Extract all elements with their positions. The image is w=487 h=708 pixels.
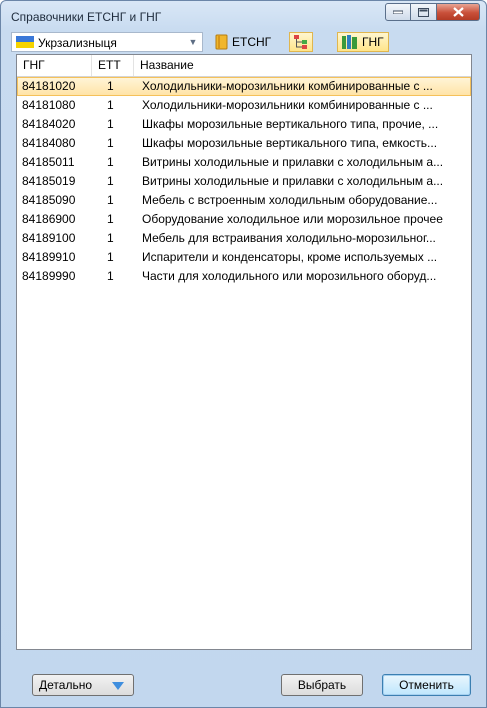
select-button[interactable]: Выбрать (281, 674, 363, 696)
chevron-down-icon (112, 682, 124, 690)
cell-name: Витрины холодильные и прилавки с холодил… (142, 155, 444, 169)
window-controls (385, 3, 480, 21)
cell-ett: 1 (107, 269, 114, 283)
cancel-button[interactable]: Отменить (382, 674, 471, 696)
etsng-button-label: ЕТСНГ (232, 35, 272, 49)
cell-ett: 1 (107, 174, 114, 188)
cell-name: Части для холодильного или морозильного … (142, 269, 437, 283)
cell-gng: 84185019 (22, 174, 76, 188)
title-bar[interactable]: Справочники ЕТСНГ и ГНГ (1, 1, 486, 31)
list-header: ГНГ ЕТТ Название (17, 55, 471, 77)
cell-name: Холодильники-морозильники комбинированны… (142, 98, 433, 112)
cell-gng: 84189910 (22, 250, 76, 264)
cell-ett: 1 (107, 212, 114, 226)
gng-button[interactable]: ГНГ (337, 32, 389, 52)
cell-gng: 84185090 (22, 193, 76, 207)
maximize-icon (418, 7, 429, 17)
goods-list[interactable]: ГНГ ЕТТ Название 84181020 1 Холодильники… (16, 54, 472, 650)
close-icon (452, 7, 464, 17)
cell-name: Оборудование холодильное или морозильное… (142, 212, 443, 226)
cell-name: Шкафы морозильные вертикального типа, пр… (142, 117, 439, 131)
cell-ett: 1 (107, 250, 114, 264)
cell-ett: 1 (107, 98, 114, 112)
minimize-icon (393, 10, 403, 14)
dialog-window: Справочники ЕТСНГ и ГНГ Укрзализныця ▼ Е… (0, 0, 487, 708)
cell-name: Холодильники-морозильники комбинированны… (142, 79, 433, 93)
hierarchy-icon (294, 35, 307, 49)
cell-gng: 84184020 (22, 117, 76, 131)
window-title: Справочники ЕТСНГ и ГНГ (11, 10, 162, 24)
railway-select-value: Укрзализныця (38, 36, 117, 50)
cell-name: Мебель для встраивания холодильно-морози… (142, 231, 436, 245)
table-row[interactable]: 84181080 1 Холодильники-морозильники ком… (17, 96, 471, 115)
close-button[interactable] (437, 3, 480, 21)
table-row[interactable]: 84184020 1 Шкафы морозильные вертикально… (17, 115, 471, 134)
cell-name: Витрины холодильные и прилавки с холодил… (142, 174, 444, 188)
table-row[interactable]: 84185011 1 Витрины холодильные и прилавк… (17, 153, 471, 172)
minimize-button[interactable] (385, 3, 411, 21)
cell-gng: 84189990 (22, 269, 76, 283)
column-header-ett[interactable]: ЕТТ (92, 55, 134, 76)
table-row[interactable]: 84189100 1 Мебель для встраивания холоди… (17, 229, 471, 248)
cell-name: Испарители и конденсаторы, кроме использ… (142, 250, 438, 264)
railway-select[interactable]: Укрзализныця ▼ (11, 32, 203, 52)
cell-ett: 1 (107, 155, 114, 169)
tree-view-button[interactable] (289, 32, 313, 52)
books-icon (342, 35, 357, 49)
cell-ett: 1 (107, 193, 114, 207)
chevron-down-icon[interactable]: ▼ (185, 34, 201, 50)
maximize-button[interactable] (411, 3, 437, 21)
ukraine-flag-icon (16, 36, 34, 48)
details-button[interactable]: Детально (32, 674, 134, 696)
table-row[interactable]: 84189990 1 Части для холодильного или мо… (17, 267, 471, 286)
cell-gng: 84186900 (22, 212, 76, 226)
list-rows: 84181020 1 Холодильники-морозильники ком… (17, 77, 471, 286)
cell-ett: 1 (107, 117, 114, 131)
cell-gng: 84185011 (22, 155, 75, 169)
gng-button-label: ГНГ (362, 35, 384, 49)
table-row[interactable]: 84186900 1 Оборудование холодильное или … (17, 210, 471, 229)
column-header-gng[interactable]: ГНГ (17, 55, 92, 76)
table-row[interactable]: 84184080 1 Шкафы морозильные вертикально… (17, 134, 471, 153)
column-header-name[interactable]: Название (134, 55, 473, 76)
toolbar: Укрзализныця ▼ ЕТСНГ ГНГ (7, 32, 480, 54)
cell-gng: 84189100 (22, 231, 76, 245)
cell-ett: 1 (107, 231, 114, 245)
cell-name: Шкафы морозильные вертикального типа, ем… (142, 136, 438, 150)
table-row[interactable]: 84181020 1 Холодильники-морозильники ком… (17, 77, 471, 96)
cell-gng: 84184080 (22, 136, 76, 150)
etsng-button[interactable]: ЕТСНГ (215, 32, 271, 52)
details-button-label: Детально (39, 678, 92, 692)
cell-gng: 84181020 (22, 79, 76, 93)
cell-gng: 84181080 (22, 98, 76, 112)
cell-ett: 1 (107, 136, 114, 150)
table-row[interactable]: 84189910 1 Испарители и конденсаторы, кр… (17, 248, 471, 267)
book-icon (215, 34, 228, 50)
cell-ett: 1 (107, 79, 114, 93)
table-row[interactable]: 84185019 1 Витрины холодильные и прилавк… (17, 172, 471, 191)
cell-name: Мебель с встроенным холодильным оборудов… (142, 193, 438, 207)
table-row[interactable]: 84185090 1 Мебель с встроенным холодильн… (17, 191, 471, 210)
